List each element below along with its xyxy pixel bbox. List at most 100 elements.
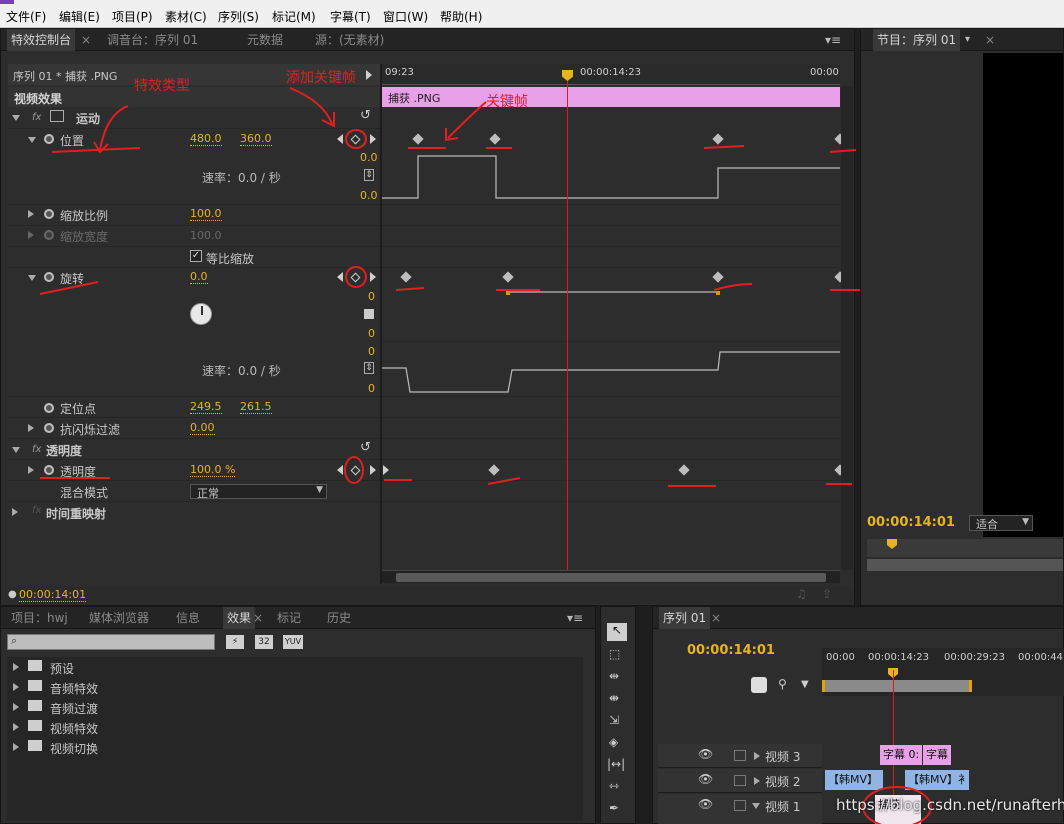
effects-tabbar: 项目：hwj 媒体浏览器 信息 效果 × 标记 历史 ▾≡ [1, 607, 595, 629]
slide-tool-icon[interactable]: ⇿ [609, 779, 619, 793]
menu-bar: 文件(F) 编辑(E) 项目(P) 素材(C) 序列(S) 标记(M) 字幕(T… [0, 0, 1064, 28]
sequence-timecode[interactable]: 00:00:14:01 [687, 643, 775, 658]
annotation-circle [345, 266, 367, 288]
effects-panel-menu-icon[interactable]: ▾≡ [567, 607, 583, 629]
scrollbar-thumb[interactable] [396, 573, 826, 582]
folder-label: 视频特效 [50, 722, 99, 736]
tab-project[interactable]: 项目：hwj [11, 607, 68, 629]
time-remap-label: 时间重映射 [46, 507, 107, 521]
list-item[interactable]: 预设 [6, 658, 580, 678]
effect-panel-footer: ● 00:00:14:01 ♫ ⇪ [8, 586, 853, 604]
ruler-label: 00:00:14:23 [868, 652, 930, 663]
effects-search-input[interactable]: ⌕ [7, 634, 215, 650]
menu-edit[interactable]: 编辑(E) [59, 8, 100, 25]
video-clip[interactable]: 【韩MV】 [825, 770, 883, 790]
program-playhead[interactable] [887, 539, 897, 549]
accelerated-effects-icon[interactable]: ⚡ [226, 635, 244, 649]
folder-label: 视频切换 [50, 742, 99, 756]
track-label: 视频 3 [765, 750, 801, 764]
list-item[interactable]: 视频切换 [6, 738, 580, 758]
panel-menu-icon[interactable]: ▾≡ [825, 29, 841, 51]
ruler-label: 00:00 [826, 652, 855, 663]
audio-icon: ♫ [796, 587, 807, 601]
sequence-tabbar: 序列 01 × [653, 607, 1063, 629]
tab-program[interactable]: 节目：序列 01 [873, 29, 961, 51]
program-timecode[interactable]: 00:00:14:01 [867, 515, 955, 530]
razor-tool-icon[interactable]: ◈ [609, 735, 618, 749]
folder-label: 预设 [50, 662, 75, 676]
fit-value: 适合 [976, 518, 998, 531]
tab-source[interactable]: 源：(无素材) [315, 29, 384, 51]
yuv-badge[interactable]: YUV [283, 635, 303, 649]
work-area-bar[interactable] [822, 680, 972, 692]
snap-icon[interactable] [751, 677, 767, 693]
tab-sequence[interactable]: 序列 01 [659, 607, 711, 629]
fx-icon: fx [32, 505, 42, 516]
rolling-edit-tool-icon[interactable]: ⇼ [609, 691, 619, 705]
folder-icon [28, 660, 42, 671]
lock-box[interactable] [734, 775, 746, 786]
title-clip[interactable]: 字幕 0: [880, 745, 922, 765]
tab-close-icon[interactable]: × [81, 29, 91, 51]
annotation-strokes [39, 87, 860, 487]
tab-markers[interactable]: 标记 [277, 607, 301, 629]
slip-tool-icon[interactable]: |↔| [607, 757, 625, 771]
tab-metadata[interactable]: 元数据 [247, 29, 283, 51]
set-marker-icon[interactable]: ▼ [801, 679, 809, 690]
rate-stretch-tool-icon[interactable]: ⇲ [609, 713, 619, 727]
menu-title[interactable]: 字幕(T) [330, 8, 371, 25]
program-mini-timeline[interactable] [867, 539, 1063, 557]
annotation-circle [345, 129, 367, 149]
sequence-close-icon[interactable]: × [711, 607, 721, 629]
list-item[interactable]: 音频特效 [6, 678, 580, 698]
lock-box[interactable] [734, 750, 746, 761]
title-clip[interactable]: 字幕 [923, 745, 951, 765]
program-menu-icon[interactable]: ▾ [965, 29, 970, 51]
sequence-ruler[interactable]: 00:00 00:00:14:23 00:00:29:23 00:00:44 [822, 648, 1064, 696]
folder-icon [28, 740, 42, 751]
eye-icon[interactable]: 👁 [698, 797, 713, 811]
32bit-badge[interactable]: 32 [255, 635, 273, 649]
menu-file[interactable]: 文件(F) [6, 8, 46, 25]
program-video-view[interactable] [983, 53, 1063, 537]
menu-project[interactable]: 项目(P) [112, 8, 153, 25]
program-zoom-bar[interactable] [867, 559, 1063, 571]
tab-media-browser[interactable]: 媒体浏览器 [89, 607, 149, 629]
list-item[interactable]: 音频过渡 [6, 698, 580, 718]
pen-tool-icon[interactable]: ✒ [609, 801, 619, 815]
menu-sequence[interactable]: 序列(S) [218, 8, 259, 25]
menu-marker[interactable]: 标记(M) [272, 8, 316, 25]
fit-select[interactable]: 适合 ▼ [969, 515, 1033, 531]
eye-icon[interactable]: 👁 [698, 772, 713, 786]
folder-icon [28, 700, 42, 711]
tab-effect-controls[interactable]: 特效控制台 [7, 29, 76, 51]
expand-time-remap-icon[interactable] [12, 508, 18, 516]
marker-icon[interactable]: ⚲ [778, 677, 787, 691]
search-icon: ⌕ [11, 634, 18, 647]
list-item[interactable]: 视频特效 [6, 718, 580, 738]
track-select-tool-icon[interactable]: ⬚ [609, 647, 620, 661]
video-clip[interactable]: 【韩MV】衤 [905, 770, 969, 790]
selection-tool-icon[interactable]: ↖ [607, 623, 627, 641]
tab-effects[interactable]: 效果 [223, 607, 256, 629]
tab-audio-mixer[interactable]: 调音台：序列 01 [107, 29, 198, 51]
track-header-v3: 👁 视频 3 [658, 744, 822, 768]
tab-history[interactable]: 历史 [327, 607, 351, 629]
chevron-down-icon: ▼ [1022, 517, 1029, 527]
ripple-edit-tool-icon[interactable]: ⇹ [609, 669, 619, 683]
menu-clip[interactable]: 素材(C) [165, 8, 207, 25]
footer-timecode[interactable]: 00:00:14:01 [19, 588, 87, 602]
program-tabbar: 节目：序列 01 ▾ × [861, 29, 1063, 51]
effects-close-icon[interactable]: × [253, 607, 263, 629]
tab-info[interactable]: 信息 [176, 607, 200, 629]
folder-icon [28, 720, 42, 731]
menu-help[interactable]: 帮助(H) [440, 8, 482, 25]
eye-icon[interactable]: 👁 [698, 747, 713, 761]
watermark: https://blog.csdn.net/runafterhit [836, 796, 1064, 814]
footer-dot-icon: ● [8, 589, 17, 600]
lock-box[interactable] [734, 800, 746, 811]
effect-timeline-scrollbar[interactable] [382, 570, 840, 583]
program-close-icon[interactable]: × [985, 29, 995, 51]
annotation-circle [344, 456, 364, 484]
menu-window[interactable]: 窗口(W) [383, 8, 428, 25]
